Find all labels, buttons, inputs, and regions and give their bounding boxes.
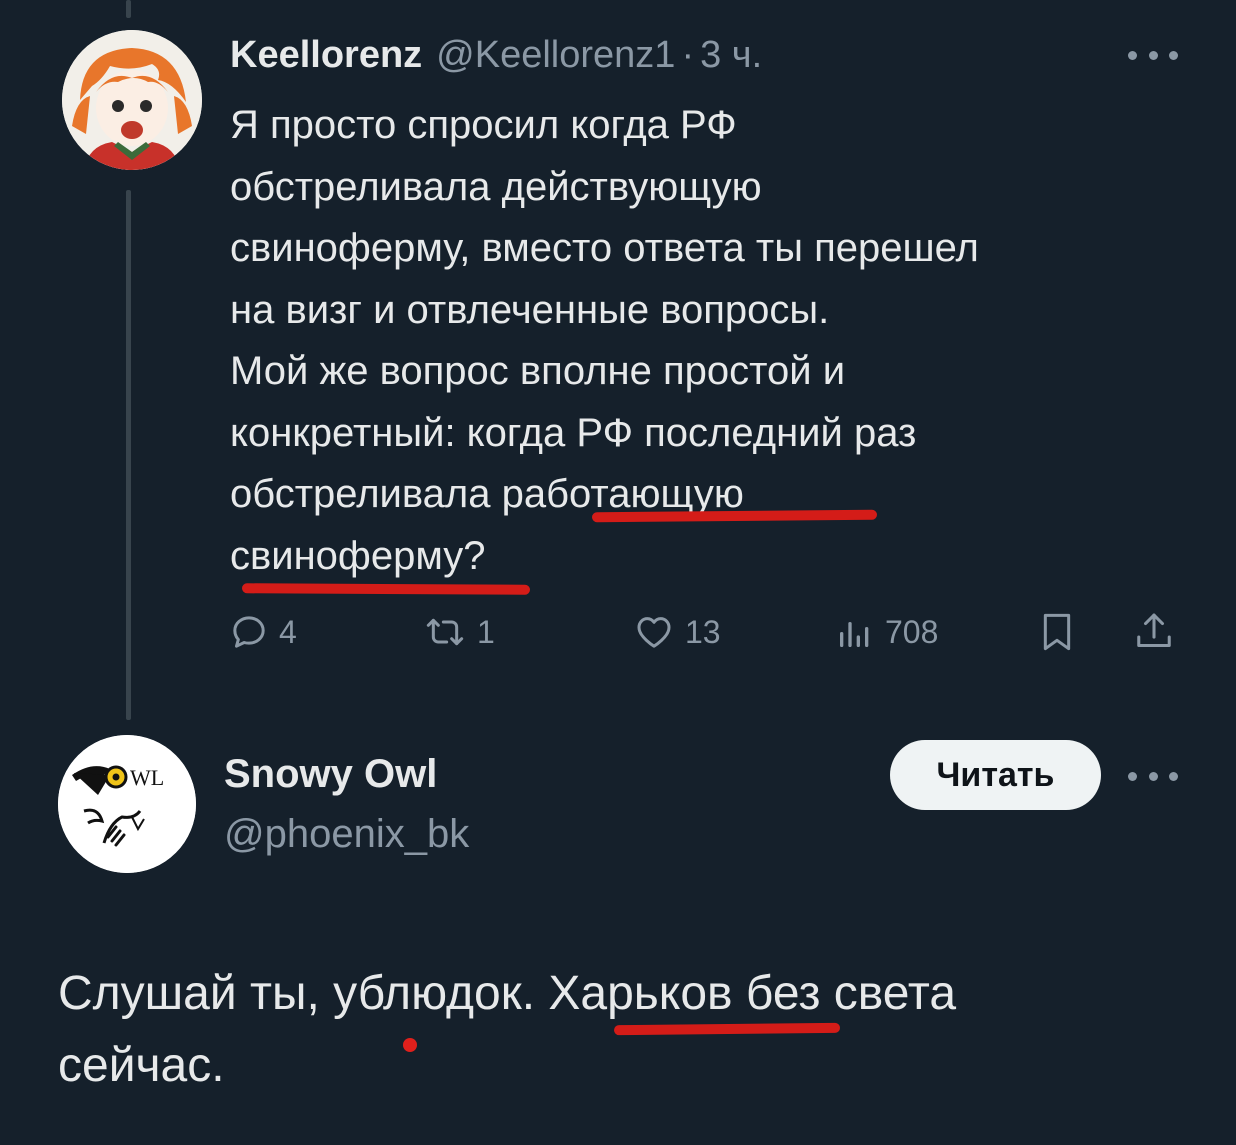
reply-text-line: сейчас. xyxy=(58,1039,225,1092)
author-name[interactable]: Keellorenz xyxy=(230,34,422,77)
tweet-text-line: обстреливала действующую xyxy=(230,164,762,209)
repost-count: 1 xyxy=(477,613,495,650)
tweet-text-line: свиноферму? xyxy=(230,533,486,578)
views-icon xyxy=(840,622,869,647)
red-dot-mark xyxy=(403,1038,417,1052)
thread-connector-top xyxy=(126,0,131,18)
thread-connector-line xyxy=(126,190,131,720)
reply-author-handle[interactable]: @phoenix_bk xyxy=(224,812,469,857)
reply-text-line: Слушай ты, ублюдок. Харьков без света xyxy=(58,967,957,1020)
tweet-timestamp[interactable]: 3 ч. xyxy=(700,34,762,77)
like-count: 13 xyxy=(685,613,721,650)
meta-separator: · xyxy=(681,33,695,76)
author-handle[interactable]: @Keellorenz1 xyxy=(436,34,675,77)
share-button[interactable] xyxy=(1133,604,1175,660)
reply-icon xyxy=(233,616,265,648)
repost-icon xyxy=(426,618,464,646)
tweet-text-line: Я просто спросил когда РФ xyxy=(230,103,737,147)
like-button[interactable]: 13 xyxy=(633,604,721,660)
reply-button[interactable]: 4 xyxy=(229,604,297,660)
tweet-text-line: свиноферму, вместо ответа ты перешел xyxy=(230,226,979,270)
tweet-text-line: Мой же вопрос вполне простой и xyxy=(230,349,846,393)
thread-view: Keellorenz @Keellorenz1 · 3 ч. Я просто … xyxy=(0,0,1236,1145)
owl-logo-icon: WL xyxy=(58,735,196,873)
red-underline-mark xyxy=(241,583,531,595)
follow-button[interactable]: Читать xyxy=(890,740,1101,810)
share-icon xyxy=(1137,613,1171,648)
tweet-actions: 4 1 13 708 xyxy=(225,604,1185,660)
avatar[interactable] xyxy=(62,30,202,170)
bookmark-button[interactable] xyxy=(1037,604,1077,660)
views-button[interactable]: 708 xyxy=(835,604,938,660)
reply-author-name[interactable]: Snowy Owl xyxy=(224,752,437,797)
more-options-icon[interactable] xyxy=(1128,766,1178,786)
owl-logo-text: WL xyxy=(130,765,164,790)
tweet-text-line: конкретный: когда РФ последний раз xyxy=(230,410,917,455)
heart-icon xyxy=(637,617,671,648)
tweet-header: Keellorenz @Keellorenz1 · 3 ч. xyxy=(230,30,762,80)
reply-count: 4 xyxy=(279,613,297,650)
view-count: 708 xyxy=(885,613,939,650)
avatar[interactable]: WL xyxy=(58,735,196,873)
bookmark-icon xyxy=(1043,613,1071,651)
repost-button[interactable]: 1 xyxy=(423,604,495,660)
tweet-text-line: на визг и отвлеченные вопросы. xyxy=(230,287,830,332)
more-options-icon[interactable] xyxy=(1128,45,1178,65)
anime-avatar-icon xyxy=(62,30,202,170)
